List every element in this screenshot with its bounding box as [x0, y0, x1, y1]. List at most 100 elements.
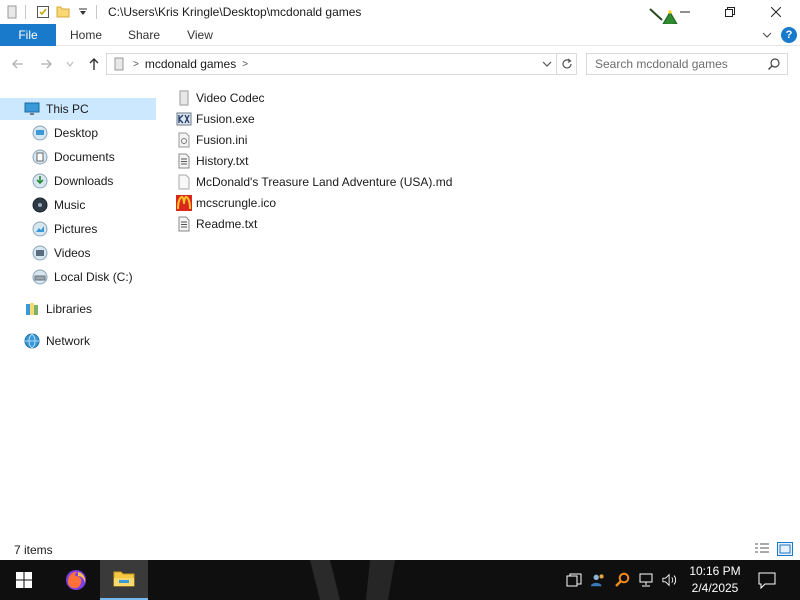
videos-icon [32, 245, 48, 261]
md-file-icon [176, 174, 192, 190]
search-tray-icon[interactable] [614, 572, 630, 588]
sidebar-item-label: Downloads [54, 174, 114, 188]
firefox-icon [66, 570, 86, 590]
list-item[interactable]: McDonald's Treasure Land Adventure (USA)… [176, 172, 452, 192]
start-button[interactable] [0, 560, 48, 600]
downloads-icon [32, 173, 48, 189]
sidebar-item-label: Documents [54, 150, 115, 164]
restore-button[interactable] [707, 0, 753, 24]
this-pc-icon [24, 101, 40, 117]
refresh-button[interactable] [556, 54, 576, 74]
back-arrow-icon [12, 59, 23, 69]
taskbar-firefox[interactable] [52, 560, 100, 600]
sidebar-item-label: This PC [46, 102, 89, 116]
volume-icon[interactable] [662, 572, 678, 588]
system-clock[interactable]: 10:16 PM 2/4/2025 [684, 563, 746, 597]
file-name: McDonald's Treasure Land Adventure (USA)… [196, 175, 453, 189]
window-title: C:\Users\Kris Kringle\Desktop\mcdonald g… [108, 5, 362, 19]
breadcrumb-separator-icon[interactable]: > [133, 59, 139, 70]
sidebar-item-local-disk[interactable]: Local Disk (C:) [0, 266, 156, 288]
search-input[interactable] [595, 57, 765, 71]
sidebar-item-label: Videos [54, 246, 91, 260]
title-bar: C:\Users\Kris Kringle\Desktop\mcdonald g… [0, 0, 800, 38]
help-icon[interactable]: ? [781, 27, 797, 43]
minimize-button[interactable] [662, 0, 708, 24]
sidebar-item-videos[interactable]: Videos [0, 242, 156, 264]
sidebar-item-network[interactable]: Network [0, 330, 156, 352]
clock-date: 2/4/2025 [691, 581, 739, 595]
forward-button[interactable] [36, 54, 56, 74]
chevron-down-icon [66, 61, 74, 67]
fusion-exe-icon [176, 111, 192, 127]
notifications-icon[interactable] [757, 570, 777, 590]
folder-icon[interactable] [4, 4, 20, 20]
large-icons-view-button[interactable] [777, 542, 793, 556]
list-item[interactable]: Video Codec [176, 88, 265, 108]
sidebar-item-libraries[interactable]: Libraries [0, 298, 156, 320]
local-disk-icon [32, 269, 48, 285]
back-button[interactable] [8, 54, 28, 74]
text-file-icon [176, 216, 192, 232]
folder-icon [176, 90, 192, 106]
navigation-bar: > mcdonald games > [0, 50, 800, 78]
taskbar: 10:16 PM 2/4/2025 [0, 560, 800, 600]
close-button[interactable] [753, 0, 799, 24]
tab-share[interactable]: Share [116, 24, 172, 46]
wallpaper-shadow [310, 560, 395, 600]
ribbon: File Home Share View ? [0, 24, 800, 46]
desktop-icon [32, 125, 48, 141]
network-icon [24, 333, 40, 349]
clock-time: 10:16 PM [689, 564, 741, 578]
separator [25, 5, 26, 19]
tab-view[interactable]: View [174, 24, 226, 46]
new-folder-icon[interactable] [55, 4, 71, 20]
up-button[interactable] [84, 54, 104, 74]
search-icon[interactable] [767, 57, 781, 71]
network-status-icon[interactable] [638, 572, 654, 588]
sidebar-item-desktop[interactable]: Desktop [0, 122, 156, 144]
sidebar-item-label: Local Disk (C:) [54, 270, 133, 284]
list-item[interactable]: Readme.txt [176, 214, 257, 234]
tab-file[interactable]: File [0, 24, 56, 46]
forward-arrow-icon [41, 59, 52, 69]
file-name: Video Codec [196, 91, 265, 105]
file-name: Readme.txt [196, 217, 258, 231]
task-view-icon[interactable] [566, 572, 582, 588]
sidebar-item-label: Desktop [54, 126, 99, 140]
documents-icon [32, 149, 48, 165]
list-item[interactable]: History.txt [176, 151, 248, 171]
mcdonalds-logo-icon [176, 195, 192, 211]
breadcrumb-separator-icon[interactable]: > [242, 59, 248, 70]
sidebar-item-label: Libraries [46, 302, 93, 316]
address-bar[interactable]: > mcdonald games > [106, 53, 577, 75]
sidebar-item-pictures[interactable]: Pictures [0, 218, 156, 240]
sidebar-item-this-pc[interactable]: This PC [0, 98, 156, 120]
properties-icon[interactable] [35, 4, 51, 20]
list-item[interactable]: mcscrungle.ico [176, 193, 276, 213]
sidebar-item-music[interactable]: Music [0, 194, 156, 216]
folder-icon [114, 57, 124, 71]
list-item[interactable]: Fusion.ini [176, 130, 247, 150]
navigation-pane: This PC Desktop Documents Downloads Musi… [0, 90, 160, 540]
recent-locations-button[interactable] [60, 54, 80, 74]
refresh-icon [561, 58, 572, 69]
details-view-icon[interactable] [754, 542, 770, 556]
file-name: Fusion.exe [196, 112, 255, 126]
up-arrow-icon [89, 58, 99, 70]
search-box[interactable] [586, 53, 788, 75]
file-explorer-icon [113, 571, 135, 587]
expand-ribbon-icon[interactable] [760, 28, 774, 42]
sidebar-item-downloads[interactable]: Downloads [0, 170, 156, 192]
file-name: Fusion.ini [196, 133, 248, 147]
taskbar-file-explorer[interactable] [100, 560, 148, 600]
people-icon[interactable] [590, 572, 606, 588]
sidebar-item-documents[interactable]: Documents [0, 146, 156, 168]
address-history-chevron-icon[interactable] [540, 57, 554, 71]
sidebar-item-label: Network [46, 334, 91, 348]
customize-quick-access-icon[interactable] [75, 4, 91, 20]
separator [96, 5, 97, 19]
breadcrumb-current[interactable]: mcdonald games [145, 57, 236, 71]
list-item[interactable]: Fusion.exe [176, 109, 255, 129]
tab-home[interactable]: Home [58, 24, 114, 46]
file-name: mcscrungle.ico [196, 196, 277, 210]
